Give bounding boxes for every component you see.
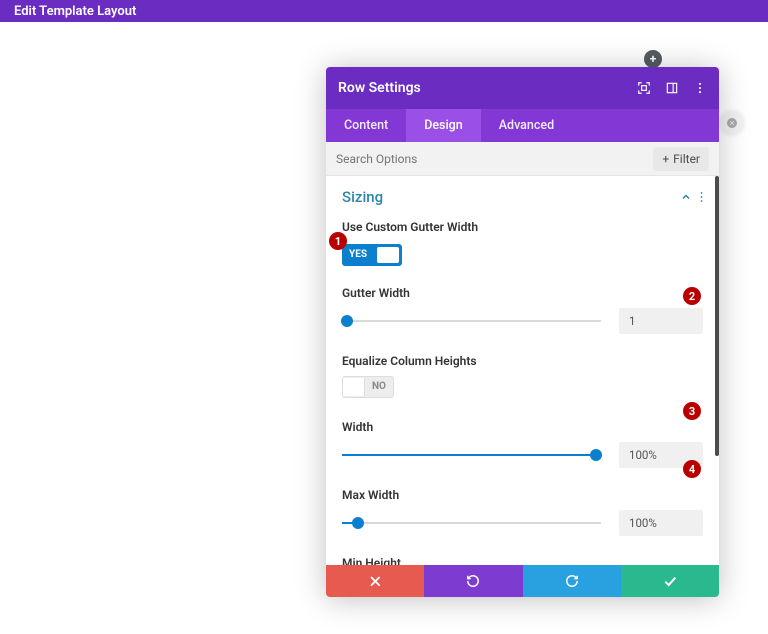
field-label: Max Width — [342, 488, 703, 502]
field-custom-gutter: Use Custom Gutter Width YES — [342, 220, 703, 266]
undo-icon — [466, 574, 480, 588]
plus-icon: + — [662, 152, 669, 166]
panel-content: Sizing Use Custom Gutter Width YES Gutte… — [326, 176, 719, 565]
section-header[interactable]: Sizing — [342, 188, 703, 206]
section-icons — [680, 191, 703, 203]
redo-icon — [565, 574, 579, 588]
gutter-width-input[interactable] — [619, 308, 703, 334]
page-title-bar: Edit Template Layout — [0, 0, 768, 22]
tab-design[interactable]: Design — [406, 109, 481, 142]
field-label: Gutter Width — [342, 286, 703, 300]
field-max-width: Max Width — [342, 488, 703, 536]
toggle-state: NO — [365, 381, 393, 392]
close-panel-button[interactable] — [721, 112, 743, 134]
section-title: Sizing — [342, 188, 383, 206]
toggle-knob — [343, 378, 365, 396]
scrollbar[interactable] — [715, 176, 719, 456]
toggle-knob — [377, 247, 399, 263]
filter-button[interactable]: + Filter — [653, 147, 709, 171]
panel-header-icons — [637, 81, 707, 95]
kebab-icon[interactable] — [700, 191, 703, 203]
field-equalize: Equalize Column Heights NO — [342, 354, 703, 400]
panel-header: Row Settings — [326, 67, 719, 109]
undo-button[interactable] — [424, 565, 522, 597]
expand-icon[interactable] — [637, 81, 651, 95]
field-width: Width — [342, 420, 703, 468]
field-min-height: Min Height — [342, 556, 703, 566]
gutter-width-slider[interactable] — [342, 311, 601, 331]
marker-1: 1 — [329, 232, 347, 250]
page-title: Edit Template Layout — [14, 4, 136, 19]
field-label: Use Custom Gutter Width — [342, 220, 703, 234]
save-button[interactable] — [621, 565, 719, 597]
field-gutter-width: Gutter Width — [342, 286, 703, 334]
toggle-state: YES — [342, 249, 374, 260]
layout-icon[interactable] — [665, 81, 679, 95]
kebab-icon[interactable] — [693, 81, 707, 95]
max-width-input[interactable] — [619, 510, 703, 536]
custom-gutter-toggle[interactable]: YES — [342, 244, 402, 266]
field-label: Equalize Column Heights — [342, 354, 703, 368]
field-label: Width — [342, 420, 703, 434]
tab-advanced[interactable]: Advanced — [481, 109, 572, 142]
check-icon — [662, 573, 678, 589]
search-filter-row: + Filter — [326, 142, 719, 176]
width-slider[interactable] — [342, 445, 601, 465]
filter-label: Filter — [673, 152, 700, 166]
max-width-slider[interactable] — [342, 513, 601, 533]
tab-content[interactable]: Content — [326, 109, 406, 142]
tabs: Content Design Advanced — [326, 109, 719, 142]
search-input[interactable] — [336, 152, 645, 166]
chevron-up-icon[interactable] — [680, 191, 692, 203]
add-module-button[interactable]: + — [644, 50, 662, 68]
redo-button[interactable] — [523, 565, 621, 597]
equalize-toggle[interactable]: NO — [342, 376, 394, 398]
field-label: Min Height — [342, 556, 703, 566]
close-icon — [368, 574, 382, 588]
cancel-button[interactable] — [326, 565, 424, 597]
marker-4: 4 — [683, 460, 701, 478]
marker-2: 2 — [683, 287, 701, 305]
marker-3: 3 — [683, 402, 701, 420]
panel-title: Row Settings — [338, 80, 421, 96]
panel-footer — [326, 565, 719, 597]
settings-panel: Row Settings Content Design Advanced + F… — [326, 67, 719, 597]
